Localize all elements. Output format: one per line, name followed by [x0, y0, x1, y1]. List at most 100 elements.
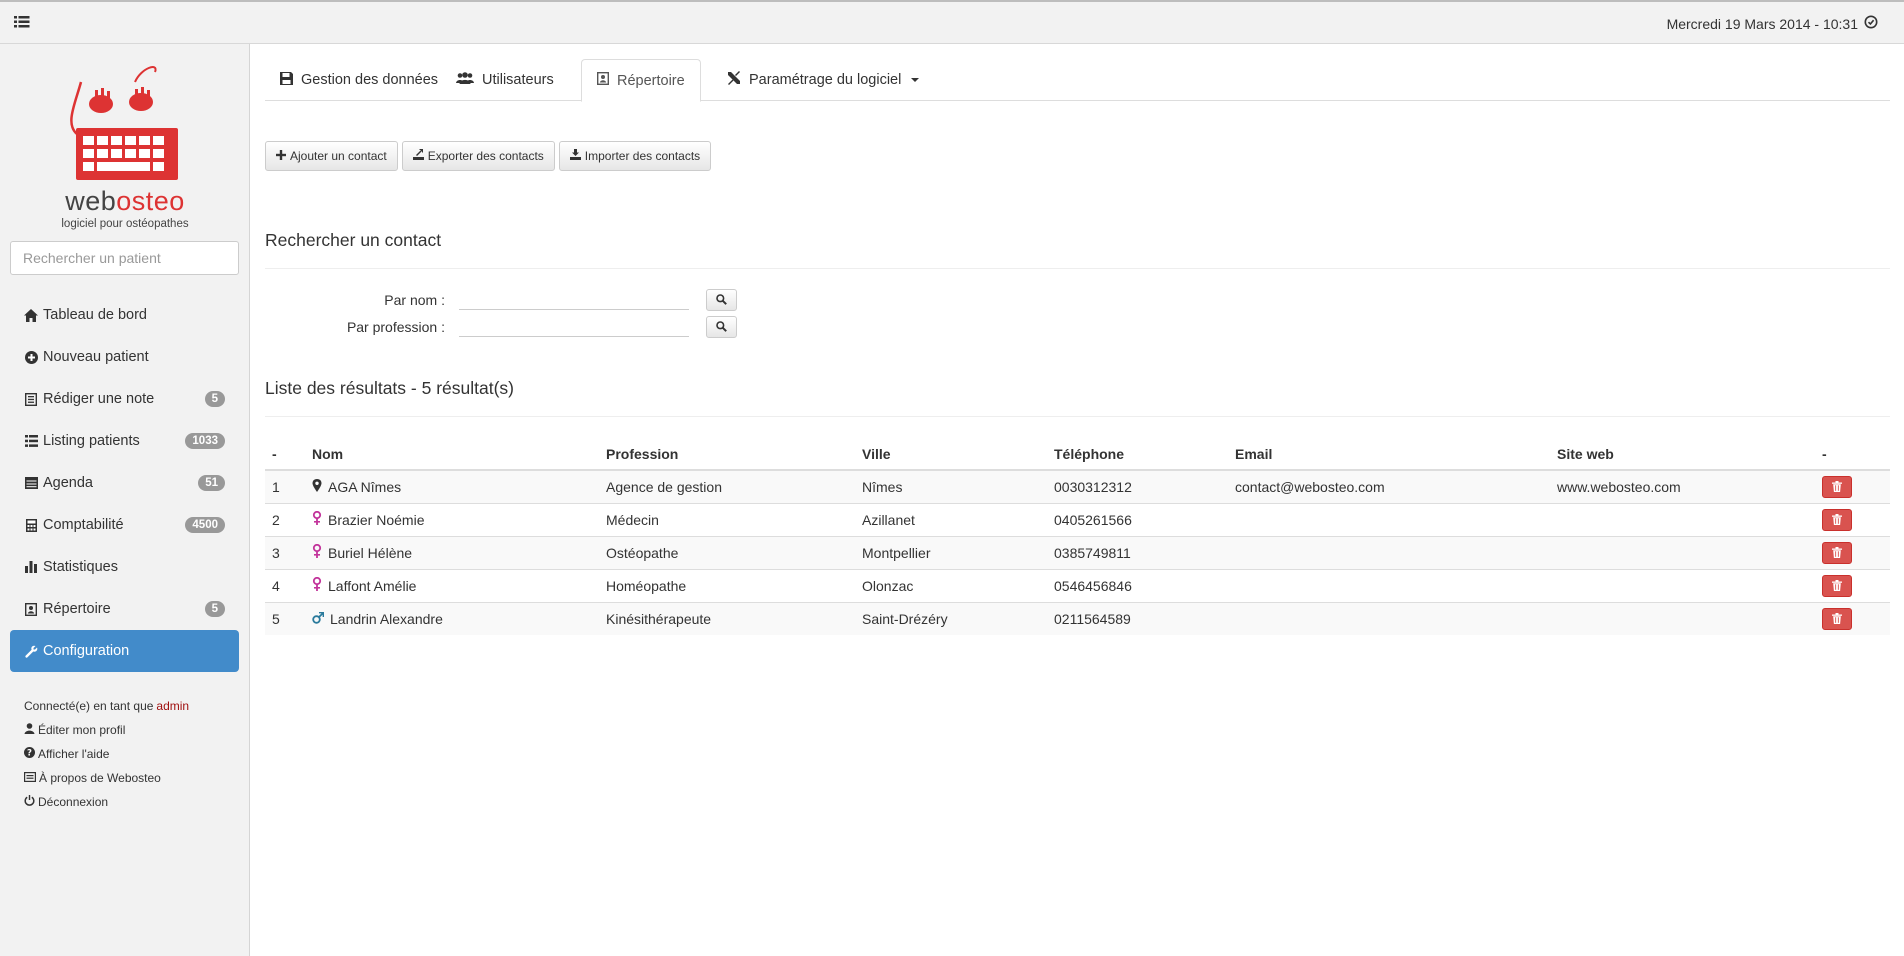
sidebar-item-configuration[interactable]: Configuration [10, 630, 239, 672]
phone-cell: 0211564589 [1047, 601, 1228, 635]
search-by-profession-button[interactable] [706, 316, 737, 338]
edit-profile-link[interactable]: Éditer mon profil [24, 718, 234, 742]
city-cell: Saint-Drézéry [855, 601, 1047, 635]
show-help-link[interactable]: ? Afficher l'aide [24, 742, 234, 766]
website-cell [1550, 502, 1815, 536]
tab-label: Répertoire [617, 72, 685, 89]
import-contacts-label: Importer des contacts [584, 149, 701, 163]
map-marker-icon [312, 478, 322, 495]
list-icon[interactable] [14, 15, 30, 29]
table-row[interactable]: 2 Brazier Noémie Médecin Azillanet 04052… [265, 502, 1890, 536]
search-by-name-input[interactable] [459, 290, 689, 310]
contact-name-cell[interactable]: Landrin Alexandre [305, 601, 599, 635]
profession-cell: Médecin [599, 502, 855, 536]
info-card-icon [24, 771, 37, 785]
count-badge: 51 [198, 475, 225, 491]
column-header: Site web [1550, 438, 1815, 471]
table-row[interactable]: 4 Laffont Amélie Homéopathe Olonzac 0546… [265, 568, 1890, 602]
search-icon [716, 319, 727, 335]
question-icon: ? [24, 747, 35, 761]
sidebar-item-statistics[interactable]: Statistiques [10, 546, 239, 588]
count-badge: 1033 [185, 433, 225, 449]
tab-data-management[interactable]: Gestion des données [265, 59, 453, 101]
female-icon [312, 576, 322, 594]
contact-name: AGA Nîmes [328, 478, 402, 495]
delete-contact-button[interactable] [1822, 508, 1852, 531]
sidebar-item-patient-listing[interactable]: Listing patients 1033 [10, 420, 239, 462]
add-contact-button[interactable]: Ajouter un contact [265, 141, 398, 171]
tab-label: Paramétrage du logiciel [749, 72, 902, 88]
search-by-name-button[interactable] [706, 289, 737, 311]
bar-chart-icon [24, 560, 38, 574]
delete-contact-button[interactable] [1822, 574, 1852, 597]
address-book-icon [24, 602, 38, 616]
username-link[interactable]: admin [156, 699, 189, 713]
datetime-display: Mercredi 19 Mars 2014 - 10:31 [1667, 15, 1878, 32]
contact-name-cell[interactable]: AGA Nîmes [305, 469, 599, 503]
sidebar-item-agenda[interactable]: Agenda 51 [10, 462, 239, 504]
edit-profile-label: Éditer mon profil [38, 723, 126, 737]
search-section-title: Rechercher un contact [265, 230, 442, 250]
logo-subtitle: logiciel pour ostéopathes [61, 218, 189, 230]
chevron-down-icon [911, 78, 920, 82]
sidebar-item-new-patient[interactable]: Nouveau patient [10, 336, 239, 378]
sidebar-item-label: Listing patients [43, 433, 140, 449]
column-header: Profession [599, 438, 855, 471]
sidebar: webosteo logiciel pour ostéopathes Table… [0, 44, 250, 956]
contact-name-cell[interactable]: Brazier Noémie [305, 502, 599, 536]
tab-software-settings[interactable]: Paramétrage du logiciel [712, 59, 934, 101]
search-by-profession-input[interactable] [459, 317, 689, 337]
row-number: 4 [265, 568, 305, 602]
divider [265, 268, 1890, 269]
sidebar-nav: Tableau de bord Nouveau patient Rédiger … [10, 294, 239, 672]
calendar-icon [24, 476, 38, 490]
tab-directory[interactable]: Répertoire [581, 59, 701, 102]
contact-name-cell[interactable]: Buriel Hélène [305, 535, 599, 569]
column-header: Ville [855, 438, 1047, 471]
phone-cell: 0030312312 [1047, 469, 1228, 503]
logout-link[interactable]: Déconnexion [24, 790, 234, 814]
city-cell: Olonzac [855, 568, 1047, 602]
delete-contact-button[interactable] [1822, 541, 1852, 564]
sidebar-item-label: Nouveau patient [43, 349, 149, 365]
profession-cell: Agence de gestion [599, 469, 855, 503]
contact-name: Brazier Noémie [328, 511, 425, 528]
contact-name: Laffont Amélie [328, 577, 417, 594]
logo-wordmark: webosteo [55, 186, 195, 217]
delete-cell [1815, 568, 1890, 602]
user-info: Connecté(e) en tant que admin Éditer mon… [24, 694, 234, 814]
sidebar-item-dashboard[interactable]: Tableau de bord [10, 294, 239, 336]
keyboard-logo-icon [70, 66, 178, 180]
webosteo-logo[interactable]: webosteo logiciel pour ostéopathes [55, 54, 195, 230]
city-cell: Azillanet [855, 502, 1047, 536]
city-cell: Montpellier [855, 535, 1047, 569]
website-cell: www.webosteo.com [1550, 469, 1815, 503]
sidebar-item-label: Statistiques [43, 559, 118, 575]
trash-icon [1832, 479, 1842, 495]
connected-as-label: Connecté(e) en tant que [24, 699, 154, 713]
divider [265, 416, 1890, 417]
website-cell [1550, 568, 1815, 602]
export-contacts-label: Exporter des contacts [427, 149, 544, 163]
sidebar-item-accounting[interactable]: Comptabilité 4500 [10, 504, 239, 546]
delete-contact-button[interactable] [1822, 475, 1852, 498]
sidebar-item-directory[interactable]: Répertoire 5 [10, 588, 239, 630]
profession-cell: Ostéopathe [599, 535, 855, 569]
export-contacts-button[interactable]: Exporter des contacts [401, 141, 555, 171]
phone-cell: 0405261566 [1047, 502, 1228, 536]
plus-icon [276, 149, 286, 163]
tab-users[interactable]: Utilisateurs [441, 59, 569, 101]
patient-search-input[interactable] [10, 241, 239, 275]
delete-contact-button[interactable] [1822, 607, 1852, 630]
about-label: À propos de Webosteo [39, 771, 161, 785]
import-contacts-button[interactable]: Importer des contacts [558, 141, 712, 171]
table-row[interactable]: 5 Landrin Alexandre Kinésithérapeute Sai… [265, 601, 1890, 635]
table-row[interactable]: 3 Buriel Hélène Ostéopathe Montpellier 0… [265, 535, 1890, 569]
about-link[interactable]: À propos de Webosteo [24, 766, 234, 790]
contact-name-cell[interactable]: Laffont Amélie [305, 568, 599, 602]
tab-label: Utilisateurs [482, 72, 554, 88]
table-row[interactable]: 1 AGA Nîmes Agence de gestion Nîmes 0030… [265, 469, 1890, 503]
sidebar-item-write-note[interactable]: Rédiger une note 5 [10, 378, 239, 420]
count-badge: 5 [204, 391, 225, 407]
phone-cell: 0546456846 [1047, 568, 1228, 602]
